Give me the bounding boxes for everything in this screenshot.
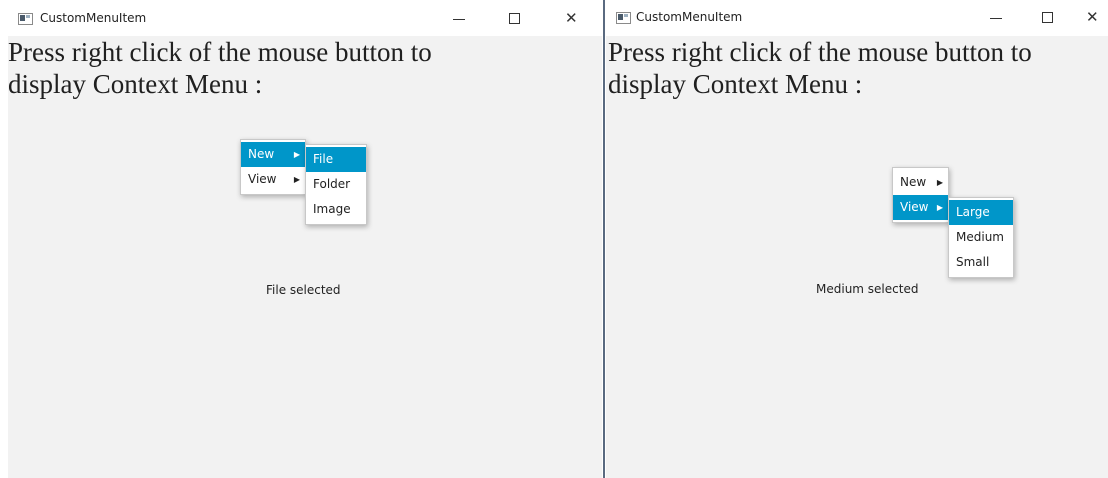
close-button[interactable]: ✕: [1086, 10, 1099, 25]
context-menu: New ▶ View ▶: [892, 167, 949, 223]
menu-item-label: New: [248, 147, 275, 161]
submenu-arrow-icon: ▶: [293, 175, 300, 184]
context-menu: New ▶ View ▶: [240, 139, 306, 195]
submenu: Large Medium Small: [948, 197, 1014, 278]
menu-item-view[interactable]: View ▶: [241, 167, 305, 192]
menu-item-label: View: [900, 200, 929, 214]
title-bar[interactable]: CustomMenuItem ✕: [0, 0, 602, 36]
menu-item-new[interactable]: New ▶: [893, 170, 948, 195]
instruction-line-2: display Context Menu :: [8, 69, 263, 99]
maximize-button[interactable]: [509, 13, 520, 24]
submenu-arrow-icon: ▶: [293, 150, 300, 159]
menu-item-view[interactable]: View ▶: [893, 195, 948, 220]
minimize-button[interactable]: [453, 19, 465, 20]
instruction-text: Press right click of the mouse button to…: [608, 36, 1032, 100]
close-button[interactable]: ✕: [565, 11, 578, 26]
instruction-line-2: display Context Menu :: [608, 69, 863, 99]
app-window-icon: [616, 12, 631, 24]
app-window-icon: [18, 13, 33, 25]
instruction-text: Press right click of the mouse button to…: [8, 36, 432, 100]
window-title: CustomMenuItem: [40, 11, 147, 25]
submenu-item-label: Small: [956, 255, 990, 269]
content-area[interactable]: Press right click of the mouse button to…: [606, 36, 1108, 478]
submenu-item-label: Large: [956, 205, 990, 219]
instruction-line-1: Press right click of the mouse button to: [8, 37, 432, 67]
submenu-item-image[interactable]: Image: [306, 197, 366, 222]
minimize-button[interactable]: [990, 18, 1002, 19]
submenu-item-folder[interactable]: Folder: [306, 172, 366, 197]
menu-item-label: New: [900, 175, 927, 189]
instruction-line-1: Press right click of the mouse button to: [608, 37, 1032, 67]
content-area[interactable]: Press right click of the mouse button to…: [8, 36, 602, 478]
maximize-button[interactable]: [1042, 12, 1053, 23]
submenu-item-large[interactable]: Large: [949, 200, 1013, 225]
menu-item-new[interactable]: New ▶: [241, 142, 305, 167]
window-title: CustomMenuItem: [636, 10, 743, 24]
submenu-item-label: Image: [313, 202, 351, 216]
submenu-arrow-icon: ▶: [936, 178, 943, 187]
submenu-arrow-icon: ▶: [936, 203, 943, 212]
submenu: File Folder Image: [305, 144, 367, 225]
window-divider: [603, 0, 605, 478]
menu-item-label: View: [248, 172, 277, 186]
right-window: CustomMenuItem ✕ Press right click of th…: [606, 0, 1108, 478]
submenu-item-label: Medium: [956, 230, 1004, 244]
submenu-item-small[interactable]: Small: [949, 250, 1013, 275]
submenu-item-file[interactable]: File: [306, 147, 366, 172]
left-window: CustomMenuItem ✕ Press right click of th…: [0, 0, 602, 478]
submenu-item-label: Folder: [313, 177, 351, 191]
status-label: Medium selected: [816, 282, 919, 296]
submenu-item-label: File: [313, 152, 334, 166]
status-label: File selected: [266, 283, 341, 297]
title-bar[interactable]: CustomMenuItem ✕: [606, 0, 1108, 36]
submenu-item-medium[interactable]: Medium: [949, 225, 1013, 250]
